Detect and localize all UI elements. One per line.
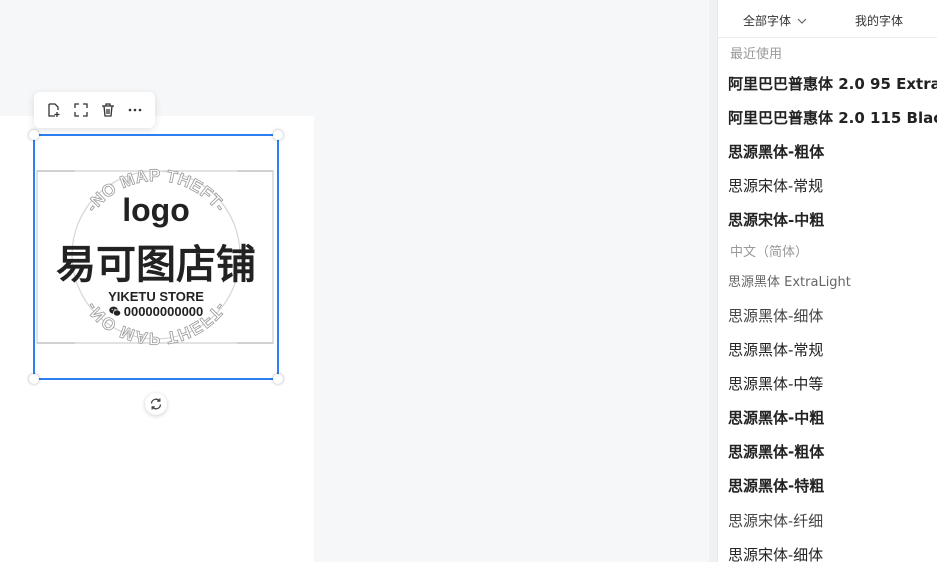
rotate-handle[interactable] — [145, 393, 167, 415]
tab-my-fonts[interactable]: 我的字体 — [855, 12, 903, 29]
font-item[interactable]: 思源宋体-纤细 — [728, 510, 823, 531]
store-phone-line: 00000000000 — [35, 304, 277, 319]
section-recent: 最近使用 — [730, 47, 783, 62]
element-toolbar — [34, 92, 155, 128]
font-item[interactable]: 思源黑体-中粗 — [728, 407, 824, 428]
more-button[interactable] — [123, 98, 147, 122]
resize-handle-top-left[interactable] — [29, 130, 39, 140]
section-chinese-simplified: 中文（简体） — [730, 245, 809, 260]
font-item[interactable]: 思源宋体-细体 — [728, 544, 823, 562]
font-item[interactable]: 思源黑体-常规 — [728, 339, 823, 360]
font-item[interactable]: 阿里巴巴普惠体 2.0 95 ExtraBold — [728, 73, 937, 94]
font-item[interactable]: 阿里巴巴普惠体 2.0 115 Black — [728, 107, 937, 128]
fullscreen-button[interactable] — [69, 98, 93, 122]
resize-handle-top-right[interactable] — [273, 130, 283, 140]
copy-to-page-icon — [47, 103, 60, 117]
phone-number: 00000000000 — [123, 304, 204, 319]
store-name-cn: 易可图店铺 — [56, 242, 256, 288]
fullscreen-icon — [74, 103, 88, 117]
logo-word: logo — [122, 192, 190, 228]
font-item[interactable]: 思源黑体-细体 — [728, 305, 823, 326]
tab-my-fonts-label: 我的字体 — [855, 14, 904, 28]
panel-divider — [709, 0, 717, 562]
wechat-icon — [109, 306, 121, 317]
font-item[interactable]: 思源黑体-粗体 — [728, 441, 824, 462]
font-panel: 全部字体 我的字体 最近使用 阿里巴巴普惠体 2.0 95 ExtraBold … — [717, 0, 937, 562]
trash-icon — [102, 103, 115, 117]
font-item[interactable]: 思源黑体-粗体 — [728, 141, 824, 162]
resize-handle-bottom-right[interactable] — [273, 374, 283, 384]
font-item[interactable]: 思源宋体-常规 — [728, 175, 823, 196]
delete-button[interactable] — [96, 98, 120, 122]
more-icon — [129, 108, 142, 112]
font-tabs: 全部字体 我的字体 — [718, 0, 937, 38]
tab-all-fonts-label: 全部字体 — [743, 14, 792, 28]
tab-all-fonts[interactable]: 全部字体 — [743, 12, 807, 29]
logo-design[interactable]: -NO MAP THEFT- -NO MAP THEFT- logo 易可图店铺… — [35, 136, 277, 378]
chevron-down-icon — [797, 18, 807, 24]
rotate-icon — [150, 398, 162, 410]
font-item[interactable]: 思源黑体-特粗 — [728, 475, 824, 496]
store-name-en: YIKETU STORE — [108, 289, 204, 304]
copy-to-page-button[interactable] — [42, 98, 66, 122]
resize-handle-bottom-left[interactable] — [29, 374, 39, 384]
font-item[interactable]: 思源宋体-中粗 — [728, 209, 824, 230]
font-item[interactable]: 思源黑体 ExtraLight — [728, 271, 851, 290]
font-item[interactable]: 思源黑体-中等 — [728, 373, 823, 394]
